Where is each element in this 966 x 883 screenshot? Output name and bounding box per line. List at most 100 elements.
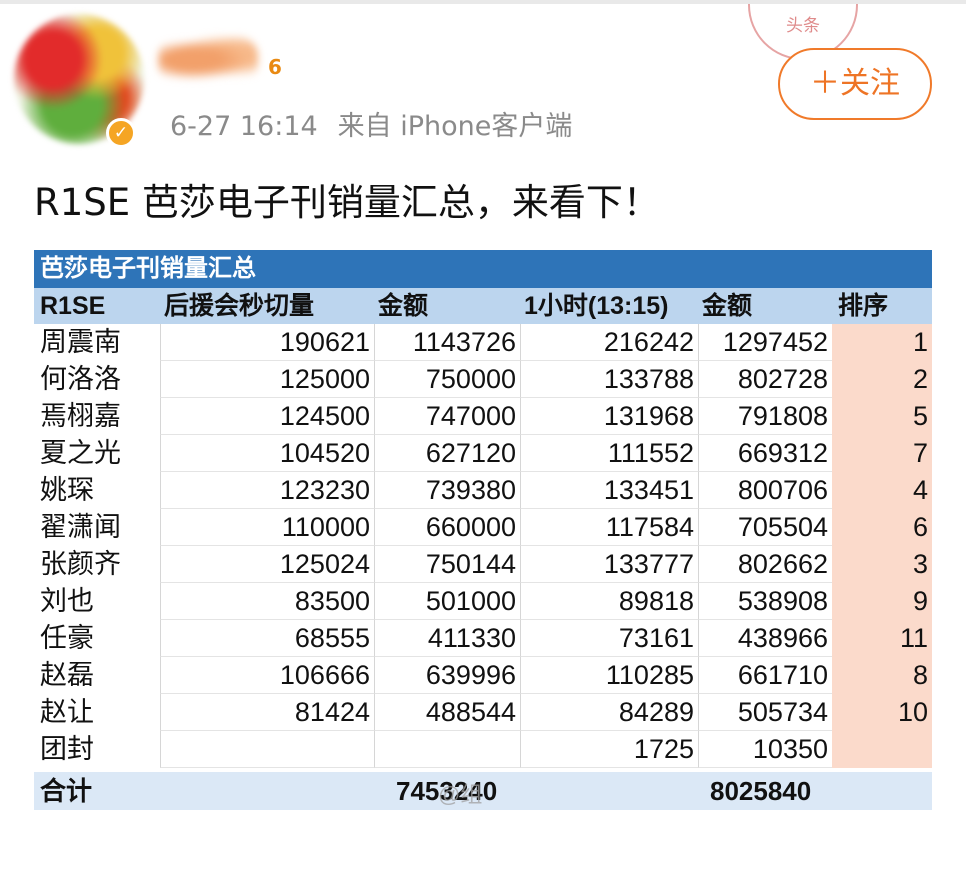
level-text: 6 [268, 55, 282, 79]
username-blurred[interactable] [158, 36, 258, 84]
cell-name: 周震南 [40, 327, 121, 357]
cell-fan-sales: 104520 [160, 435, 374, 472]
table-row: 赵让 81424 488544 84289 505734 10 [34, 694, 932, 731]
cell-amount: 750000 [374, 361, 520, 398]
cell-rank: 5 [832, 398, 932, 435]
cell-one-hour: 84289 [520, 694, 698, 731]
table-row: 翟潇闻 110000 660000 117584 705504 6 [34, 509, 932, 546]
cell-name: 张颜齐 [40, 549, 121, 579]
cell-amount: 488544 [374, 694, 520, 731]
cell-rank: 4 [832, 472, 932, 509]
cell-amount: 750144 [374, 546, 520, 583]
cell-one-hour: 1725 [520, 731, 698, 768]
cell-amount-2: 669312 [698, 435, 832, 472]
cell-one-hour: 73161 [520, 620, 698, 657]
cell-fan-sales: 124500 [160, 398, 374, 435]
cell-one-hour: 216242 [520, 324, 698, 361]
cell-amount: 411330 [374, 620, 520, 657]
cell-amount: 501000 [374, 583, 520, 620]
cell-rank: 10 [832, 694, 932, 731]
cell-fan-sales: 106666 [160, 657, 374, 694]
total-amount-2: 8025840 [710, 776, 812, 806]
cell-one-hour: 131968 [520, 398, 698, 435]
cell-name: 赵让 [40, 697, 94, 727]
cell-fan-sales: 190621 [160, 324, 374, 361]
cell-amount-2: 505734 [698, 694, 832, 731]
cell-amount-2: 1297452 [698, 324, 832, 361]
header-amount: 金额 [378, 292, 429, 320]
table-row: 赵磊 106666 639996 110285 661710 8 [34, 657, 932, 694]
cell-name: 团封 [40, 734, 94, 764]
cell-name: 任豪 [40, 623, 94, 653]
header-fan-sales: 后援会秒切量 [164, 292, 315, 320]
post-text: R1SE 芭莎电子刊销量汇总，来看下！ [34, 181, 660, 224]
cell-amount-2: 800706 [698, 472, 832, 509]
cell-rank: 6 [832, 509, 932, 546]
weibo-watermark: @组 [438, 782, 483, 807]
cell-amount-2: 438966 [698, 620, 832, 657]
cell-fan-sales: 125024 [160, 546, 374, 583]
table-row: 焉栩嘉 124500 747000 131968 791808 5 [34, 398, 932, 435]
sheet-title: 芭莎电子刊销量汇总 [34, 250, 932, 288]
total-row: 合计 7453240 8025840 [34, 772, 932, 810]
header-rank: 排序 [838, 292, 889, 320]
cell-rank [832, 731, 932, 768]
cell-amount: 660000 [374, 509, 520, 546]
cell-one-hour: 89818 [520, 583, 698, 620]
cell-rank: 2 [832, 361, 932, 398]
cell-rank: 9 [832, 583, 932, 620]
cell-one-hour: 133788 [520, 361, 698, 398]
verified-badge-icon: ✓ [106, 118, 136, 148]
cell-fan-sales: 68555 [160, 620, 374, 657]
cell-one-hour: 133777 [520, 546, 698, 583]
cell-fan-sales: 125000 [160, 361, 374, 398]
cell-fan-sales: 110000 [160, 509, 374, 546]
cell-amount: 747000 [374, 398, 520, 435]
table-body: 周震南 190621 1143726 216242 1297452 1 何洛洛 125000 7… [34, 324, 932, 768]
total-label: 合计 [40, 776, 93, 806]
table-row: 周震南 190621 1143726 216242 1297452 1 [34, 324, 932, 361]
cell-rank: 1 [832, 324, 932, 361]
header-amount-2: 金额 [702, 292, 753, 320]
cell-amount: 1143726 [374, 324, 520, 361]
cell-one-hour: 117584 [520, 509, 698, 546]
cell-name: 焉栩嘉 [40, 401, 121, 431]
level-icon: 6 [260, 52, 290, 82]
cell-name: 何洛洛 [40, 364, 121, 394]
cell-name: 姚琛 [40, 475, 94, 505]
cell-amount-2: 802662 [698, 546, 832, 583]
cell-amount-2: 802728 [698, 361, 832, 398]
cell-name: 赵磊 [40, 660, 94, 690]
cell-amount: 739380 [374, 472, 520, 509]
cell-fan-sales: 83500 [160, 583, 374, 620]
post-meta: 6-27 16:14 来自 iPhone客户端 [170, 104, 572, 143]
cell-amount-2: 661710 [698, 657, 832, 694]
cell-amount-2: 538908 [698, 583, 832, 620]
cell-fan-sales: 123230 [160, 472, 374, 509]
table-row: 刘也 83500 501000 89818 538908 9 [34, 583, 932, 620]
cell-one-hour: 133451 [520, 472, 698, 509]
cell-amount-2: 705504 [698, 509, 832, 546]
post-time: 6-27 16:14 [170, 111, 318, 142]
cell-one-hour: 110285 [520, 657, 698, 694]
cell-name: 翟潇闻 [40, 512, 121, 542]
cell-amount: 639996 [374, 657, 520, 694]
cell-fan-sales: 81424 [160, 694, 374, 731]
table-row: 姚琛 123230 739380 133451 800706 4 [34, 472, 932, 509]
cell-fan-sales [160, 731, 374, 768]
cell-amount-2: 10350 [698, 731, 832, 768]
sales-table-image[interactable]: 芭莎电子刊销量汇总 R1SE 后援会秒切量 金额 1小时(13:15) 金额 排… [34, 250, 932, 812]
cell-amount [374, 731, 520, 768]
cell-rank: 8 [832, 657, 932, 694]
table-row: 团封 1725 10350 [34, 731, 932, 768]
cell-name: 夏之光 [40, 438, 121, 468]
table-row: 任豪 68555 411330 73161 438966 11 [34, 620, 932, 657]
cell-amount: 627120 [374, 435, 520, 472]
cell-one-hour: 111552 [520, 435, 698, 472]
header-group: R1SE [40, 292, 106, 320]
follow-button[interactable]: ＋关注 [778, 48, 932, 120]
cell-name: 刘也 [40, 586, 94, 616]
table-row: 何洛洛 125000 750000 133788 802728 2 [34, 361, 932, 398]
cell-rank: 7 [832, 435, 932, 472]
header-one-hour: 1小时(13:15) [524, 292, 669, 320]
